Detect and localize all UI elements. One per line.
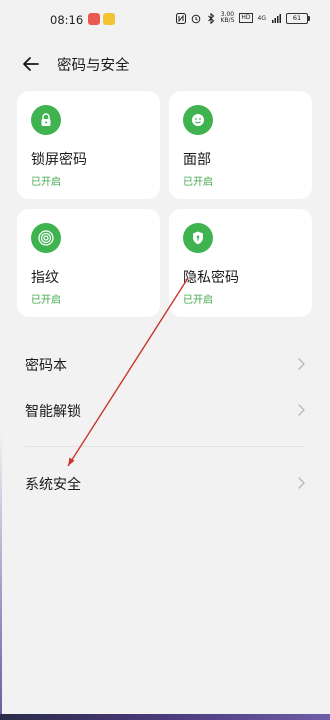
bottom-edge: [0, 714, 330, 720]
annotation-arrow: [67, 277, 189, 467]
